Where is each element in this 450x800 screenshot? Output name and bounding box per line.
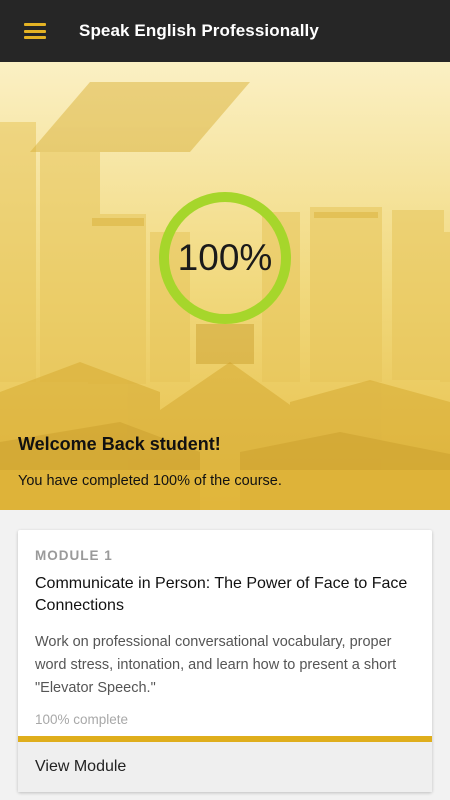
hamburger-menu-icon — [24, 23, 46, 39]
hero-banner: 100% Welcome Back student! You have comp… — [0, 62, 450, 510]
app-title: Speak English Professionally — [79, 21, 319, 40]
module-description: Work on professional conversational voca… — [35, 634, 397, 696]
menu-button[interactable] — [0, 0, 70, 62]
welcome-message: Welcome Back student! — [18, 434, 221, 454]
completion-message: You have completed 100% of the course. — [18, 473, 282, 489]
view-module-button[interactable]: View Module — [18, 742, 432, 792]
module-title: Communicate in Person: The Power of Face… — [35, 575, 408, 614]
app-bar: Speak English Professionally — [0, 0, 450, 62]
module-progress-text: 100% complete — [35, 712, 129, 727]
progress-percent: 100% — [177, 237, 273, 278]
module-card[interactable]: MODULE 1 Communicate in Person: The Powe… — [18, 530, 432, 792]
module-number: MODULE 1 — [35, 548, 113, 563]
